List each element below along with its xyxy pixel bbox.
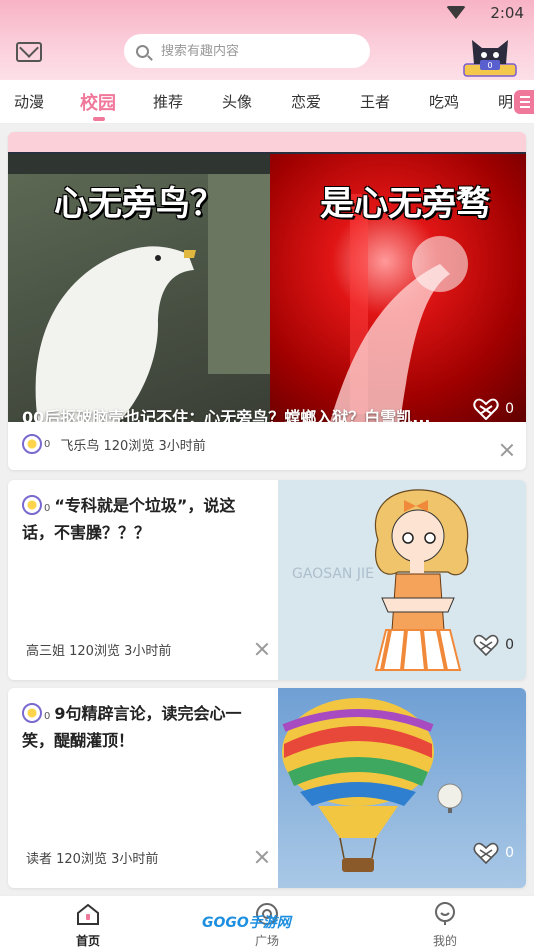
wifi-icon: [446, 6, 466, 19]
app-header: 2:04 0: [0, 0, 534, 80]
close-icon[interactable]: [255, 642, 269, 656]
category-tabs: 动漫 校园 推荐 头像 恋爱 王者 吃鸡 明: [0, 80, 534, 124]
search-bar[interactable]: [124, 34, 370, 68]
tab-menu-button[interactable]: [514, 90, 534, 114]
tab-avatar[interactable]: 头像: [222, 91, 252, 112]
card-title-block: 0 9句精辟言论，读完会心一笑，醍醐灌顶！: [22, 703, 242, 750]
like-count: 0: [505, 845, 514, 861]
nav-plaza-label: 广场: [254, 934, 279, 948]
tab-romance[interactable]: 恋爱: [291, 91, 321, 112]
broken-heart-icon: [473, 842, 499, 864]
card-title: “专科就是个垃圾”，说这话，不害臊？？？: [22, 496, 236, 542]
mascot-badge: 0: [487, 61, 492, 70]
user-badge-icon: [22, 703, 42, 723]
author-views-time: 高三姐 120浏览 3小时前: [26, 644, 172, 659]
home-icon: [77, 903, 99, 925]
feed-card[interactable]: 0 “专科就是个垃圾”，说这话，不害臊？？？ 高三姐 120浏览 3小时前 GAO…: [8, 480, 526, 680]
search-icon: [136, 44, 149, 58]
mail-icon[interactable]: [16, 42, 42, 62]
nav-home[interactable]: 首页: [48, 902, 128, 949]
like-button[interactable]: 0: [473, 634, 514, 656]
card-title: 00后抠破脑壳也记不住：心无旁鸟？螳螂入狱？白雪凯...: [22, 408, 431, 422]
site-watermark: GOGO手游网: [202, 915, 291, 931]
profile-icon: [435, 902, 455, 925]
watermark-text: GAOSAN JIE: [292, 566, 374, 582]
tab-anime[interactable]: 动漫: [14, 91, 44, 112]
like-button[interactable]: 0: [473, 398, 514, 420]
tab-recommend[interactable]: 推荐: [153, 91, 183, 112]
author-views-time: 读者 120浏览 3小时前: [26, 852, 159, 867]
meme-text-left: 心无旁鸟？: [54, 184, 224, 224]
tab-star[interactable]: 明: [498, 91, 513, 112]
nav-profile[interactable]: 我的: [405, 902, 485, 949]
feed-card-large[interactable]: 心无旁鸟？ 是心无旁骛 00后抠破脑壳也记不住：心无旁鸟？螳螂入狱？白雪凯...…: [8, 132, 526, 470]
tab-campus[interactable]: 校园: [80, 89, 116, 115]
tab-king[interactable]: 王者: [360, 91, 390, 112]
card-meta: 0 飞乐鸟 120浏览 3小时前: [22, 434, 206, 454]
search-input[interactable]: [161, 43, 351, 59]
broken-heart-icon: [473, 398, 499, 420]
close-icon[interactable]: [500, 443, 514, 457]
nav-profile-label: 我的: [432, 934, 457, 948]
like-count: 0: [505, 401, 514, 417]
card-title-block: 0 “专科就是个垃圾”，说这话，不害臊？？？: [22, 495, 236, 542]
tab-pubg[interactable]: 吃鸡: [429, 91, 459, 112]
broken-heart-icon: [473, 634, 499, 656]
status-time: 2:04: [490, 4, 524, 22]
meme-text-right: 是心无旁骛: [320, 184, 490, 224]
author-views-time: 飞乐鸟 120浏览 3小时前: [60, 438, 206, 454]
like-button[interactable]: 0: [473, 842, 514, 864]
cat-mascot-avatar[interactable]: 0: [458, 30, 522, 78]
close-icon[interactable]: [255, 850, 269, 864]
feed-card[interactable]: 0 9句精辟言论，读完会心一笑，醍醐灌顶！ 读者 120浏览 3小时前 0: [8, 688, 526, 888]
user-badge-icon: [22, 495, 42, 515]
meme-image: 心无旁鸟？ 是心无旁骛 00后抠破脑壳也记不住：心无旁鸟？螳螂入狱？白雪凯...…: [8, 154, 526, 422]
like-count: 0: [505, 637, 514, 653]
active-tab-indicator: [93, 117, 105, 121]
user-badge-icon: [22, 434, 42, 454]
nav-home-label: 首页: [75, 934, 100, 948]
card-title: 9句精辟言论，读完会心一笑，醍醐灌顶！: [22, 704, 242, 750]
